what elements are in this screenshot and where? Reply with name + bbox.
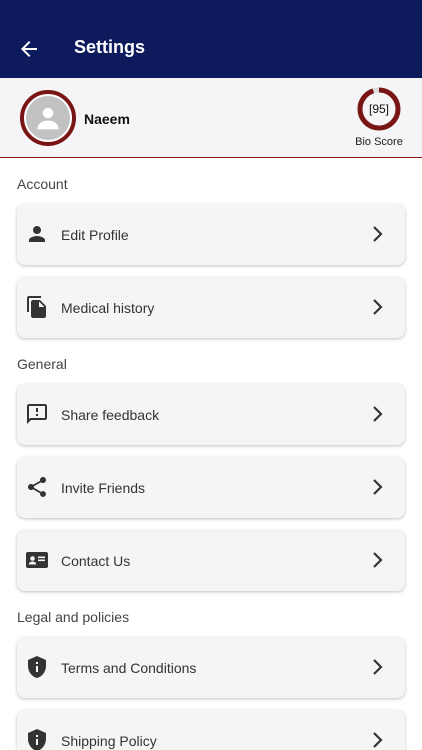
chevron-right-icon [373, 479, 383, 495]
bio-score-value: [95] [368, 102, 389, 116]
bio-score[interactable]: [95] Bio Score [352, 86, 406, 152]
person-avatar-icon [37, 107, 59, 130]
section-label-legal: Legal and policies [17, 609, 130, 625]
menu-item-share-feedback[interactable]: Share feedback [17, 384, 405, 445]
menu-item-label: Medical history [61, 300, 155, 316]
chevron-right-icon [373, 552, 383, 568]
profile-name: Naeem [84, 111, 130, 127]
avatar[interactable] [20, 90, 76, 146]
feedback-icon [27, 404, 47, 424]
page-title: Settings [74, 37, 146, 57]
chevron-right-icon [373, 732, 383, 748]
menu-item-label: Invite Friends [61, 480, 146, 496]
shield-icon [28, 656, 46, 678]
bio-score-label: Bio Score [355, 136, 403, 148]
chevron-right-icon [373, 299, 383, 315]
menu-item-terms-and-conditions[interactable]: Terms and Conditions [17, 637, 405, 698]
menu-item-medical-history[interactable]: Medical history [17, 277, 405, 338]
file-copy-icon [27, 296, 46, 318]
section-label-account: Account [17, 176, 68, 192]
person-icon [29, 226, 45, 242]
chevron-right-icon [373, 659, 383, 675]
menu-item-contact-us[interactable]: Contact Us [17, 530, 405, 591]
menu-item-label: Shipping Policy [61, 733, 157, 749]
menu-item-label: Contact Us [61, 553, 131, 569]
chevron-right-icon [373, 226, 383, 242]
menu-item-label: Terms and Conditions [61, 660, 197, 676]
menu-item-label: Share feedback [61, 407, 160, 423]
chevron-right-icon [373, 406, 383, 422]
menu-item-shipping-policy[interactable]: Shipping Policy [17, 710, 405, 750]
menu-item-invite-friends[interactable]: Invite Friends [17, 457, 405, 518]
section-label-general: General [17, 356, 67, 372]
app-bar: Settings [0, 0, 422, 78]
contact-card-icon [26, 552, 48, 568]
arrow-back-icon [21, 41, 37, 57]
menu-item-label: Edit Profile [61, 227, 129, 243]
back-button[interactable] [14, 34, 44, 64]
shield-icon [28, 729, 46, 750]
menu-item-edit-profile[interactable]: Edit Profile [17, 204, 405, 265]
profile-summary: Naeem [95] Bio Score [0, 78, 422, 158]
share-icon [28, 477, 46, 497]
